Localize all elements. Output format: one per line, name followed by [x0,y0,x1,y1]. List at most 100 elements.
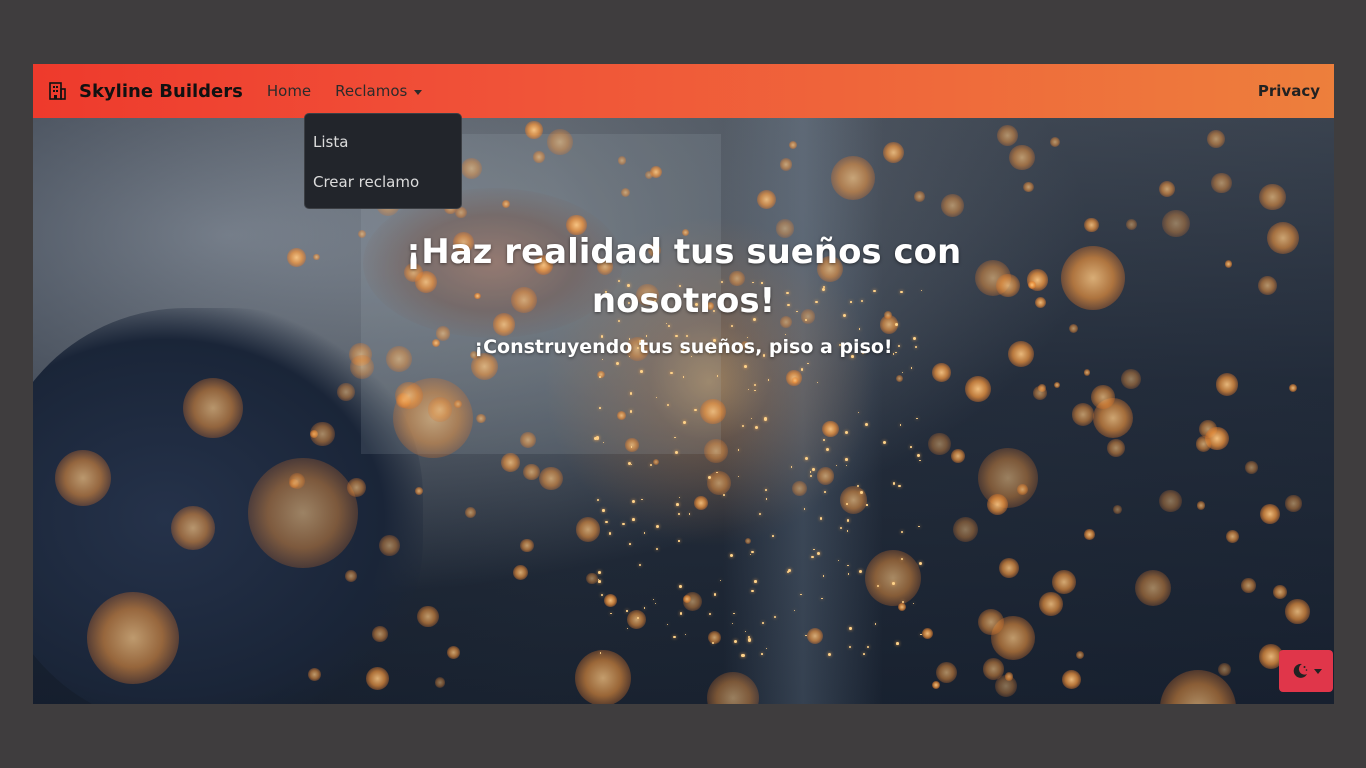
bokeh-light [617,156,627,165]
bokeh-light [757,189,777,209]
building-icon [49,82,66,100]
spark [670,371,673,374]
bokeh-light [575,517,601,542]
dropdown-item-lista[interactable]: Lista [305,122,461,162]
browser-viewport: Skyline Builders Home Reclamos Privacy ¡… [33,64,1334,704]
bokeh-light [520,431,536,448]
bokeh-light [996,125,1018,147]
spark [655,524,659,528]
spark [754,389,756,392]
spark [754,580,757,583]
bokeh-light [183,378,243,438]
bokeh-light [625,438,639,452]
bokeh-light [512,565,528,581]
bokeh-light [1196,501,1206,510]
bokeh-light [791,481,807,497]
bokeh-light [372,626,388,643]
bokeh-light [575,650,631,704]
hero-banner: ¡Haz realidad tus sueños con nosotros! ¡… [33,118,1334,704]
bokeh-light [994,675,1017,697]
spark [859,569,863,573]
spark [600,593,603,596]
spark [754,425,759,429]
bokeh-light [977,609,1004,636]
spark [772,535,774,537]
bokeh-light [378,535,400,557]
bokeh-light [366,667,389,691]
nav-home-link[interactable]: Home [267,82,311,100]
bokeh-light [1215,373,1239,396]
brand-name: Skyline Builders [79,80,243,102]
spark [601,358,604,361]
spark [678,496,680,498]
spark [892,481,896,485]
spark [599,407,602,409]
bokeh-light [978,448,1038,508]
bokeh-light [935,661,957,683]
spark [708,612,712,616]
spark [896,641,900,645]
hero-title: ¡Haz realidad tus sueños con nosotros! [405,232,962,321]
theme-toggle-button[interactable] [1279,650,1333,692]
brand-link[interactable]: Skyline Builders [47,81,243,102]
hero-background-pillar [723,118,883,704]
bokeh-light [345,570,358,582]
spark [809,474,812,477]
spark [610,612,612,615]
bokeh-light [1260,503,1281,524]
bokeh-light [780,158,793,171]
bokeh-light [464,506,476,518]
spark [898,484,901,487]
bokeh-light [1135,570,1171,606]
spark [813,548,815,551]
spark [744,630,746,632]
spark [733,639,738,643]
spark [629,543,631,545]
bokeh-light [806,627,823,644]
bokeh-light [1245,461,1258,474]
bokeh-light [1091,384,1115,409]
bokeh-light [1023,181,1034,193]
bokeh-light [693,495,708,510]
spark [622,522,625,526]
bokeh-light [523,463,540,480]
nav-privacy-link[interactable]: Privacy [1258,82,1320,100]
bokeh-light [1120,368,1141,389]
spark [632,518,635,521]
bokeh-light [394,381,423,410]
bokeh-light [950,449,965,463]
nav-reclamos-dropdown[interactable]: Reclamos [335,82,423,100]
bokeh-light [1017,483,1029,495]
spark [679,612,682,615]
bokeh-light [1159,489,1182,513]
spark [682,376,685,378]
bokeh-light [501,200,510,209]
dropdown-item-crear-reclamo[interactable]: Crear reclamo [305,162,461,202]
spark [747,638,751,642]
bokeh-light [415,487,423,495]
moon-stars-icon [1293,663,1307,678]
spark [816,381,818,383]
bokeh-light [288,473,305,490]
bokeh-light [1009,144,1035,171]
spark [824,490,827,493]
spark [640,370,643,373]
bokeh-light [645,170,654,179]
bokeh-light [998,557,1019,579]
spark [674,451,678,455]
spark [750,589,754,593]
spark [765,647,767,649]
bokeh-light [55,450,111,506]
spark [919,459,921,462]
bokeh-light [941,194,964,217]
bokeh-light [248,458,358,568]
spark [677,513,680,516]
bokeh-light [1259,183,1286,211]
bokeh-light [620,187,630,197]
spark [800,593,802,595]
spark [849,627,852,630]
spark [643,606,646,609]
caret-down-icon [414,89,423,95]
spark [918,525,920,528]
spark [679,585,682,589]
